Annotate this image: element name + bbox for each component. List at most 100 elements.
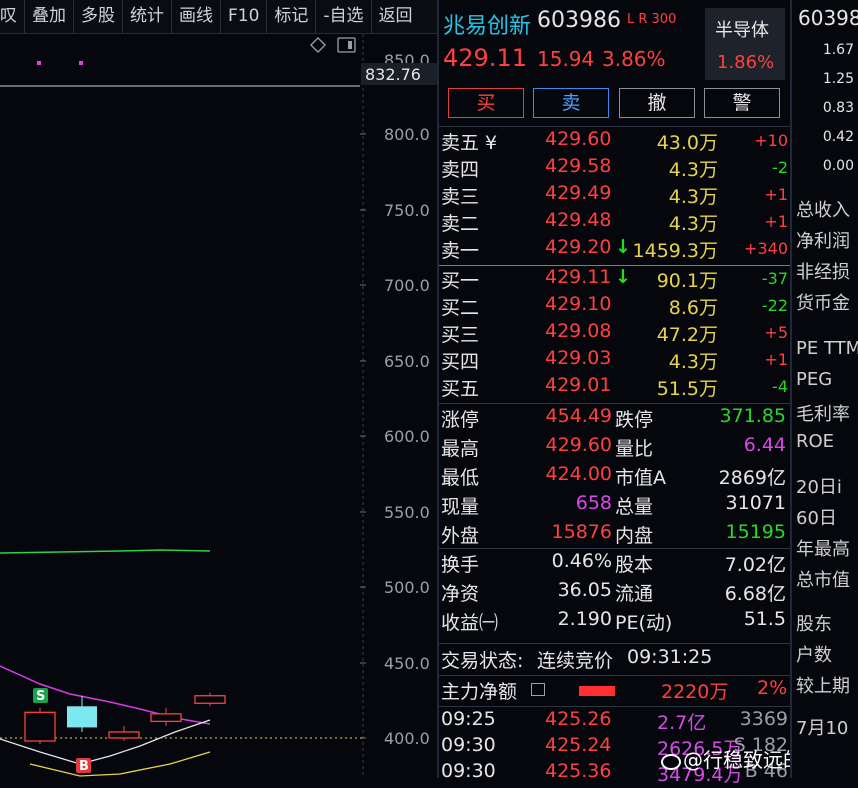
stat-value: 454.49 <box>545 405 612 427</box>
bid-delta: +5 <box>764 323 788 342</box>
bid-label: 买四 <box>441 351 480 373</box>
toolbar-overlay-button[interactable]: 叠加 <box>25 0 74 33</box>
ma-line-yellow <box>29 751 211 777</box>
main-flow-pct: 2% <box>757 677 788 699</box>
y-tick-label: 600.0 <box>384 427 430 446</box>
tick-row[interactable]: 09:25 425.26 2.7亿 3369 <box>439 708 790 736</box>
main-flow-row[interactable]: 主力净额 2220万 2% <box>439 677 790 705</box>
side-label: PEG <box>796 369 833 390</box>
toolbar-multi-stock-button[interactable]: 多股 <box>74 0 123 33</box>
toolbar-item-partial[interactable]: 叹 <box>0 0 25 33</box>
side-label: 股东 <box>796 614 832 635</box>
down-arrow-icon: ↓ <box>615 266 631 288</box>
ask-row[interactable]: 卖二 429.48 4.3万 +1 <box>439 209 790 237</box>
candle-body[interactable] <box>150 713 182 723</box>
ask-volume: 43.0万 <box>656 132 718 154</box>
kline-chart[interactable]: 800.0 750.0 700.0 650.0 600.0 550.0 500.0 450.0… <box>0 34 437 778</box>
trade-status-time: 09:31:25 <box>627 646 713 668</box>
diamond-icon[interactable] <box>310 37 326 53</box>
bid-label: 买五 <box>441 378 480 400</box>
side-label: 户数 <box>796 645 832 666</box>
toolbar-remove-watchlist-button[interactable]: -自选 <box>316 0 372 33</box>
bid-row[interactable]: 买一 429.11 ↓ 90.1万 -37 <box>439 266 790 294</box>
ask-delta: +340 <box>744 239 788 258</box>
toolbar-f10-button[interactable]: F10 <box>221 0 268 33</box>
candle-body[interactable] <box>108 731 140 739</box>
candle-body[interactable] <box>67 706 97 728</box>
y-tick-label: 700.0 <box>384 276 430 295</box>
cancel-order-button[interactable]: 撤 <box>619 88 695 118</box>
toolbar-mark-button[interactable]: 标记 <box>267 0 317 33</box>
ask-price: 429.20 <box>545 236 612 258</box>
bid-row[interactable]: 买四 429.03 4.3万 +1 <box>439 347 790 375</box>
ask-row[interactable]: 卖三 429.49 4.3万 +1 <box>439 182 790 210</box>
tick-amount: 2.7亿 <box>657 712 707 734</box>
stat-label: 市值A <box>615 467 666 489</box>
side-label: 货币金 <box>796 293 850 314</box>
toolbar-statistics-button[interactable]: 统计 <box>123 0 172 33</box>
y-tick-label: 400.0 <box>384 729 430 748</box>
bid-row[interactable]: 买五 429.01 51.5万 -4 <box>439 374 790 402</box>
ask-price: 429.48 <box>545 209 612 231</box>
buy-button[interactable]: 买 <box>448 88 524 118</box>
stock-tags: L R 300 <box>627 12 677 27</box>
stat-value: 51.5 <box>743 608 786 630</box>
stat-value: 31071 <box>725 492 786 514</box>
price-change-pct: 3.86% <box>602 47 666 71</box>
stat-label: 总量 <box>615 496 654 518</box>
stat-label: 收益㈠ <box>441 612 499 634</box>
bid-volume: 90.1万 <box>656 270 718 292</box>
side-code: 60398 <box>798 6 858 30</box>
stat-label: 最低 <box>441 467 480 489</box>
down-arrow-icon: ↓ <box>615 236 631 258</box>
bid-delta: -37 <box>761 269 788 288</box>
tick-price: 425.36 <box>545 760 612 782</box>
side-label: 总收入 <box>796 200 850 221</box>
candle-body[interactable] <box>24 711 56 742</box>
side-axis-value: 1.67 <box>822 42 854 58</box>
stat-label: 外盘 <box>441 525 480 547</box>
menu-icon[interactable] <box>531 683 545 696</box>
buy-signal-text: B <box>79 759 89 774</box>
y-tick-label: 500.0 <box>384 578 430 597</box>
tick-time: 09:30 <box>441 760 496 782</box>
alert-button[interactable]: 警 <box>704 88 780 118</box>
sell-signal-text: S <box>36 689 45 704</box>
candle-body[interactable] <box>194 695 226 704</box>
stat-row: 收益㈠ 2.190 PE(动) 51.5 <box>439 608 790 636</box>
stat-value: 6.44 <box>743 434 786 456</box>
stat-label: 涨停 <box>441 409 480 431</box>
bid-row[interactable]: 买三 429.08 47.2万 +5 <box>439 320 790 348</box>
ask-label: 卖二 <box>441 213 480 235</box>
main-flow-label: 主力净额 <box>441 681 518 703</box>
weibo-icon <box>661 753 681 770</box>
toolbar-draw-line-button[interactable]: 画线 <box>172 0 221 33</box>
stat-value: 36.05 <box>557 579 612 601</box>
magenta-marker <box>37 61 41 65</box>
sector-box[interactable]: 半导体 1.86% <box>705 8 785 80</box>
ask-row[interactable]: 卖四 429.58 4.3万 -2 <box>439 155 790 183</box>
sector-change: 1.86% <box>717 52 775 73</box>
side-label: 60日 <box>796 508 837 529</box>
bid-price: 429.11 <box>545 266 612 288</box>
sell-button[interactable]: 卖 <box>533 88 609 118</box>
stat-value: 429.60 <box>545 434 612 456</box>
ask-row[interactable]: 卖五 ¥ 429.60 43.0万 +10 <box>439 128 790 156</box>
ask-row[interactable]: 卖一 429.20 ↓ 1459.3万 +340 <box>439 236 790 264</box>
bid-row[interactable]: 买二 429.10 8.6万 -22 <box>439 293 790 321</box>
bid-delta: -4 <box>772 377 788 396</box>
ask-delta: -2 <box>772 158 788 177</box>
stat-row: 外盘 15876 内盘 15195 <box>439 521 790 549</box>
magenta-marker <box>79 61 83 65</box>
toolbar-back-button[interactable]: 返回 <box>372 0 420 33</box>
trade-status-row: 交易状态: 连续竞价 09:31:25 <box>439 646 790 674</box>
stat-value: 371.85 <box>719 405 786 427</box>
ask-price: 429.58 <box>545 155 612 177</box>
stat-label: 内盘 <box>615 525 654 547</box>
sector-name: 半导体 <box>715 20 769 41</box>
panel-toggle-icon[interactable] <box>337 37 356 53</box>
stat-row: 最低 424.00 市值A 2869亿 <box>439 463 790 491</box>
tick-volume: 3369 <box>739 708 788 730</box>
quote-panel: 兆易创新 603986 L R 300 半导体 1.86% 429.11 15.… <box>439 0 843 786</box>
chart-toolbar: 叹 叠加 多股 统计 画线 F10 标记 -自选 返回 <box>0 0 437 34</box>
